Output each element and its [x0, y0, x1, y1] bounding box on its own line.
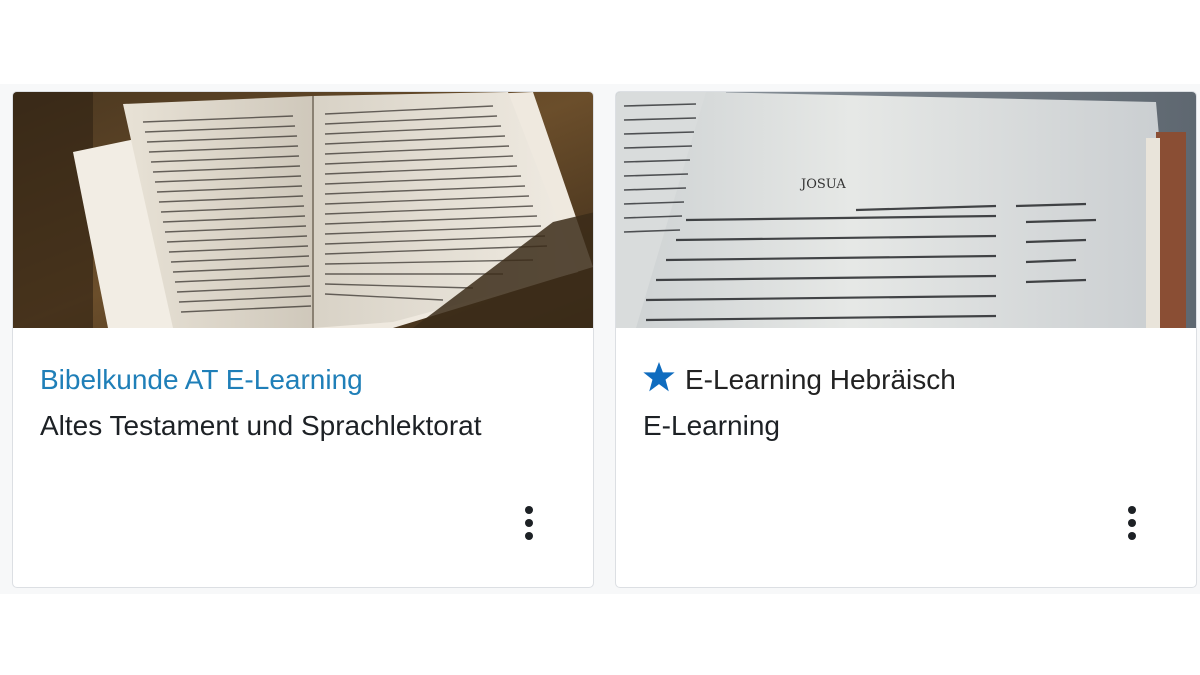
course-actions-kebab-icon[interactable]: [1122, 506, 1142, 540]
course-title-link[interactable]: E-Learning Hebräisch: [643, 362, 956, 401]
course-title-text[interactable]: Bibelkunde AT E-Learning: [40, 364, 363, 395]
course-category: E-Learning: [643, 410, 780, 441]
course-category: Altes Testament und Sprachlektorat: [40, 410, 482, 441]
open-bible-photo: [13, 92, 593, 328]
course-image[interactable]: JOSUA: [616, 92, 1196, 328]
course-card: Bibelkunde AT E-Learning Altes Testament…: [12, 91, 594, 588]
page-heading-text: JOSUA: [799, 177, 846, 192]
course-title-text[interactable]: E-Learning Hebräisch: [685, 364, 956, 395]
course-card: JOSUA E-Learning Hebräisch E-Learning: [615, 91, 1197, 588]
hebrew-bible-photo: JOSUA: [616, 92, 1196, 328]
course-title-link[interactable]: Bibelkunde AT E-Learning: [40, 362, 363, 398]
course-actions-kebab-icon[interactable]: [519, 506, 539, 540]
course-image[interactable]: [13, 92, 593, 328]
star-icon: [643, 362, 675, 401]
